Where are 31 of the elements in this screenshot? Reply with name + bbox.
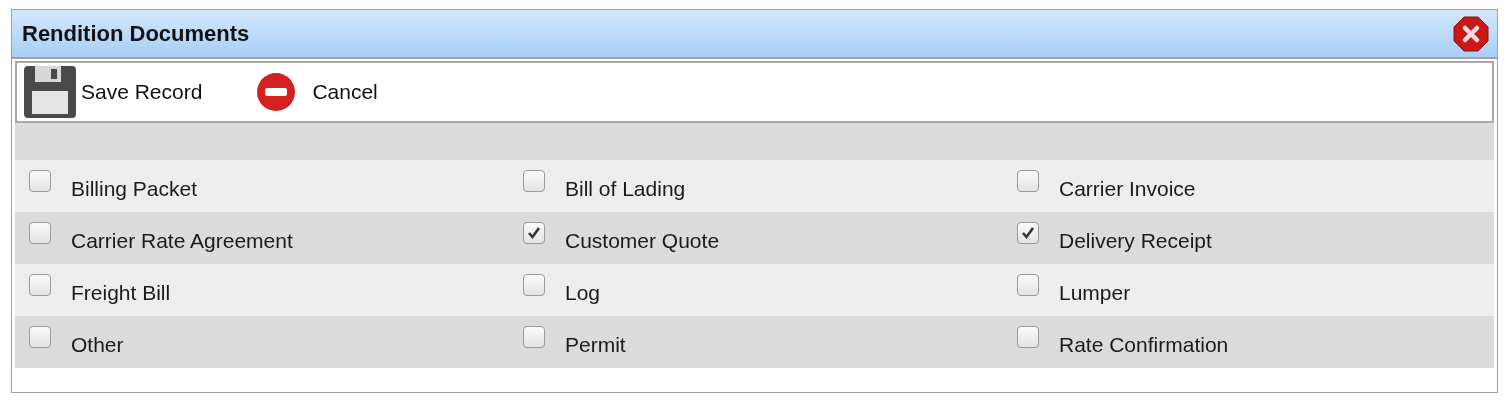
checkbox-label: Bill of Lading <box>565 177 686 201</box>
checkbox-label: Permit <box>565 333 626 357</box>
checkmark-icon <box>1021 226 1035 240</box>
checkbox[interactable] <box>29 222 51 244</box>
checkbox-label: Carrier Rate Agreement <box>71 229 293 253</box>
cancel-button[interactable]: Cancel <box>256 72 378 112</box>
checkbox[interactable] <box>1017 326 1039 348</box>
checkbox-label: Billing Packet <box>71 177 198 201</box>
checkbox[interactable] <box>1017 222 1039 244</box>
checkbox[interactable] <box>523 326 545 348</box>
checkbox-label: Rate Confirmation <box>1059 333 1229 357</box>
save-button[interactable]: Save Record <box>23 65 203 119</box>
close-icon[interactable] <box>1453 15 1489 52</box>
checkbox[interactable] <box>29 170 51 192</box>
checkbox-label: Log <box>565 281 601 305</box>
window-title: Rendition Documents <box>22 20 250 47</box>
checkbox[interactable] <box>523 274 545 296</box>
checkbox[interactable] <box>29 326 51 348</box>
checkbox-label: Freight Bill <box>71 281 171 305</box>
checkbox[interactable] <box>1017 274 1039 296</box>
minus-circle-icon <box>256 72 297 112</box>
checkbox[interactable] <box>1017 170 1039 192</box>
checkbox-label: Other <box>71 333 124 357</box>
checkbox[interactable] <box>29 274 51 296</box>
checkbox-label: Carrier Invoice <box>1059 177 1196 201</box>
checkbox-label: Lumper <box>1059 281 1131 305</box>
checkbox-label: Delivery Receipt <box>1059 229 1212 253</box>
checkbox[interactable] <box>523 170 545 192</box>
checkbox-label: Customer Quote <box>565 229 720 253</box>
checkmark-icon <box>527 226 541 240</box>
checkbox[interactable] <box>523 222 545 244</box>
